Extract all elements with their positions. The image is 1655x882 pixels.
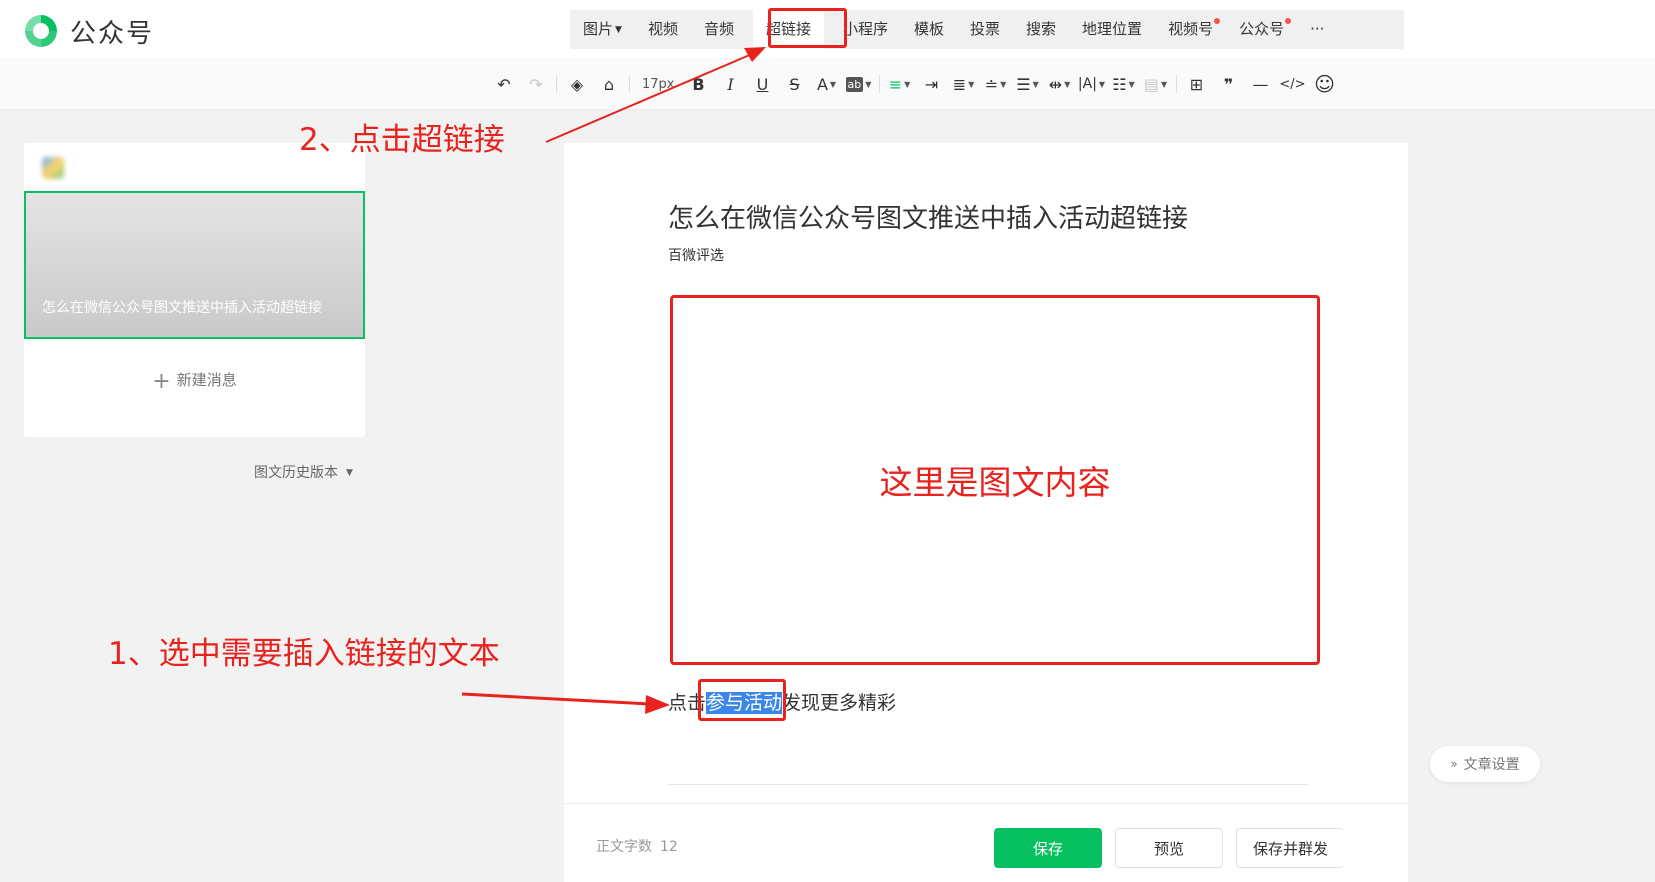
annotation-arrows (461, 47, 766, 714)
arrow-step-1-head (645, 695, 670, 714)
arrow-step-2-line (545, 53, 753, 143)
arrow-step-2-head (744, 47, 766, 62)
arrow-step-1-line (461, 692, 651, 706)
